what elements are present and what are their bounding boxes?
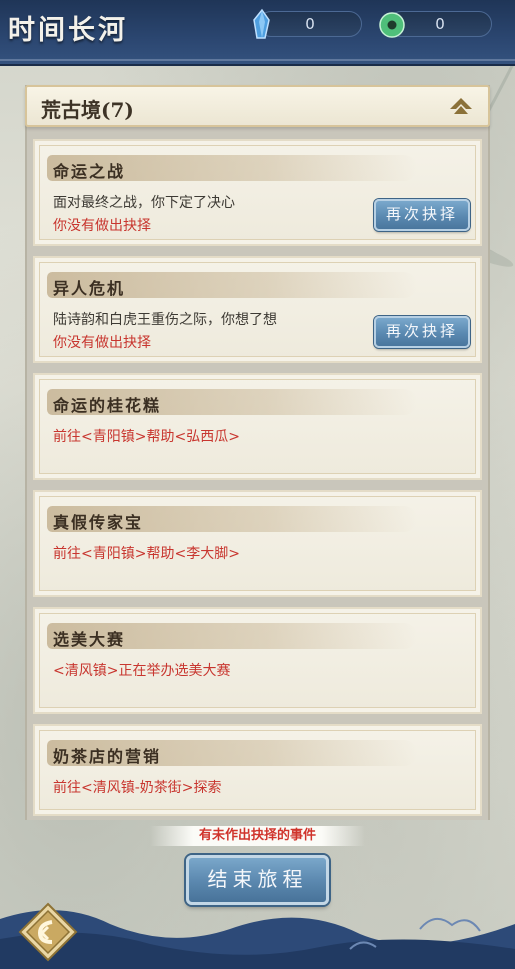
event-status: <清风镇>正在举办选美大赛 <box>53 663 231 679</box>
jade-counter: 0 <box>379 11 492 38</box>
event-title: 真假传家宝 <box>53 513 144 532</box>
collapse-icon[interactable] <box>448 96 474 118</box>
unresolved-notice: 有未作出抉择的事件 <box>150 826 365 846</box>
event-title: 命运之战 <box>53 162 126 181</box>
event-desc: 陆诗韵和白虎王重伤之际，你想了想 <box>53 312 277 328</box>
page-title: 时间长河 <box>8 15 128 46</box>
crystal-counter: 0 <box>253 8 362 39</box>
region-header: 荒古境(7) <box>25 85 490 127</box>
event-title: 奶茶店的营销 <box>53 747 162 766</box>
event-card: 异人危机 陆诗韵和白虎王重伤之际，你想了想 你没有做出抉择 再次抉择 <box>33 256 482 363</box>
crystal-value: 0 <box>305 15 315 33</box>
event-title: 异人危机 <box>53 279 126 298</box>
event-card[interactable]: 命运的桂花糕 前往<青阳镇>帮助<弘西瓜> <box>33 373 482 480</box>
region-title: 荒古境(7) <box>41 98 134 122</box>
rechoose-button[interactable]: 再次抉择 <box>374 199 470 231</box>
event-status: 你没有做出抉择 <box>53 218 151 234</box>
event-status: 前往<清风镇-奶茶街>探索 <box>53 780 222 796</box>
jade-value: 0 <box>435 15 445 33</box>
event-card: 命运之战 面对最终之战，你下定了决心 你没有做出抉择 再次抉择 <box>33 139 482 246</box>
event-card[interactable]: 选美大赛 <清风镇>正在举办选美大赛 <box>33 607 482 714</box>
event-desc: 面对最终之战，你下定了决心 <box>53 195 235 211</box>
event-card[interactable]: 真假传家宝 前往<青阳镇>帮助<李大脚> <box>33 490 482 597</box>
event-title: 命运的桂花糕 <box>53 396 162 415</box>
event-card[interactable]: 奶茶店的营销 前往<清风镇-奶茶街>探索 <box>33 724 482 816</box>
event-status: 前往<青阳镇>帮助<李大脚> <box>53 546 240 562</box>
event-status: 前往<青阳镇>帮助<弘西瓜> <box>53 429 240 445</box>
event-status: 你没有做出抉择 <box>53 335 151 351</box>
top-bar: 时间长河 0 0 <box>0 0 515 66</box>
event-title: 选美大赛 <box>53 630 126 649</box>
rechoose-button[interactable]: 再次抉择 <box>374 316 470 348</box>
back-icon[interactable] <box>18 902 78 962</box>
